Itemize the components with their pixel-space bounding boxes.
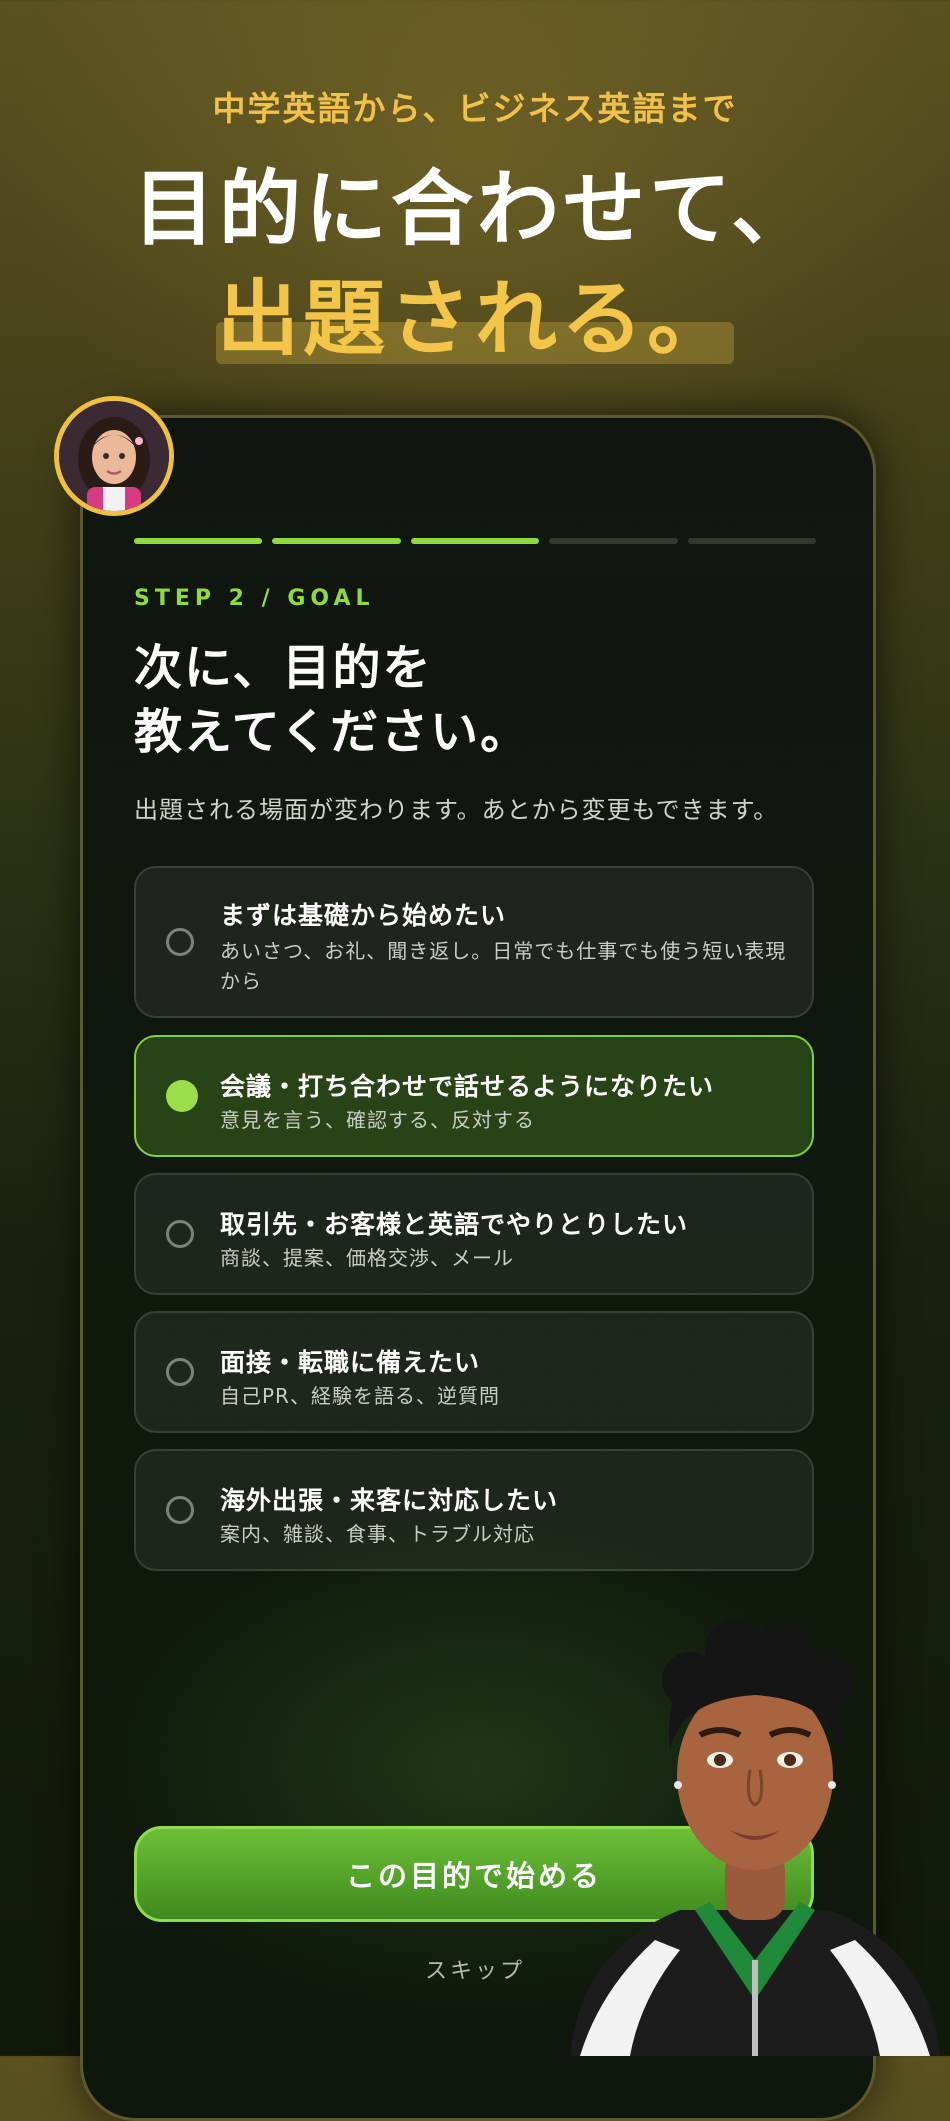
radio-selected-icon[interactable] [166, 1080, 198, 1112]
option-desc: あいさつ、お礼、聞き返し。日常でも仕事でも使う短い表現から [220, 939, 787, 993]
question-line: 次に、目的を [134, 640, 433, 696]
progress-segment [272, 538, 401, 544]
goal-option-business-trip[interactable]: 海外出張・来客に対応したい 案内、雑談、食事、トラブル対応 [134, 1449, 814, 1571]
option-title: 面接・転職に備えたい [220, 1348, 481, 1377]
goal-option-meetings[interactable]: 会議・打ち合わせで話せるようになりたい 意見を言う、確認する、反対する [134, 1035, 814, 1157]
progress-segment [134, 538, 263, 544]
radio-unselected-icon[interactable] [166, 1358, 194, 1386]
radio-unselected-icon[interactable] [166, 1496, 194, 1524]
radio-unselected-icon[interactable] [166, 928, 194, 956]
question-subtitle: 出題される場面が変わります。あとから変更もできます。 [134, 796, 779, 824]
coach-character-illustration [570, 1620, 940, 2056]
option-desc: 意見を言う、確認する、反対する [220, 1108, 535, 1132]
promo-headline: 目的に合わせて、 [133, 162, 817, 257]
option-title: 海外出張・来客に対応したい [220, 1486, 559, 1515]
goal-option-clients[interactable]: 取引先・お客様と英語でやりとりしたい 商談、提案、価格交渉、メール [134, 1173, 814, 1295]
avatar-illustration [59, 401, 169, 511]
question-line: 教えてください。 [134, 704, 531, 760]
progress-segment [549, 538, 678, 544]
option-title: まずは基礎から始めたい [220, 901, 507, 930]
goal-option-interview[interactable]: 面接・転職に備えたい 自己PR、経験を語る、逆質問 [134, 1311, 814, 1433]
option-title: 取引先・お客様と英語でやりとりしたい [220, 1210, 689, 1239]
goal-option-basics[interactable]: まずは基礎から始めたい あいさつ、お礼、聞き返し。日常でも仕事でも使う短い表現か… [134, 866, 814, 1018]
progress-bar [134, 538, 817, 544]
option-title: 会議・打ち合わせで話せるようになりたい [220, 1072, 715, 1101]
promo-headline-accent: 出題される。 [216, 272, 733, 367]
option-desc: 案内、雑談、食事、トラブル対応 [220, 1522, 535, 1546]
radio-unselected-icon[interactable] [166, 1220, 194, 1248]
progress-segment [687, 538, 817, 544]
option-desc: 商談、提案、価格交渉、メール [220, 1246, 514, 1270]
promo-subtitle: 中学英語から、ビジネス英語まで [212, 89, 738, 128]
question-title: 次に、目的を 教えてください。 [134, 636, 834, 764]
progress-segment [410, 538, 540, 544]
option-desc: 自己PR、経験を語る、逆質問 [220, 1384, 500, 1408]
avatar [54, 396, 174, 516]
step-label: STEP 2 / GOAL [134, 586, 375, 611]
